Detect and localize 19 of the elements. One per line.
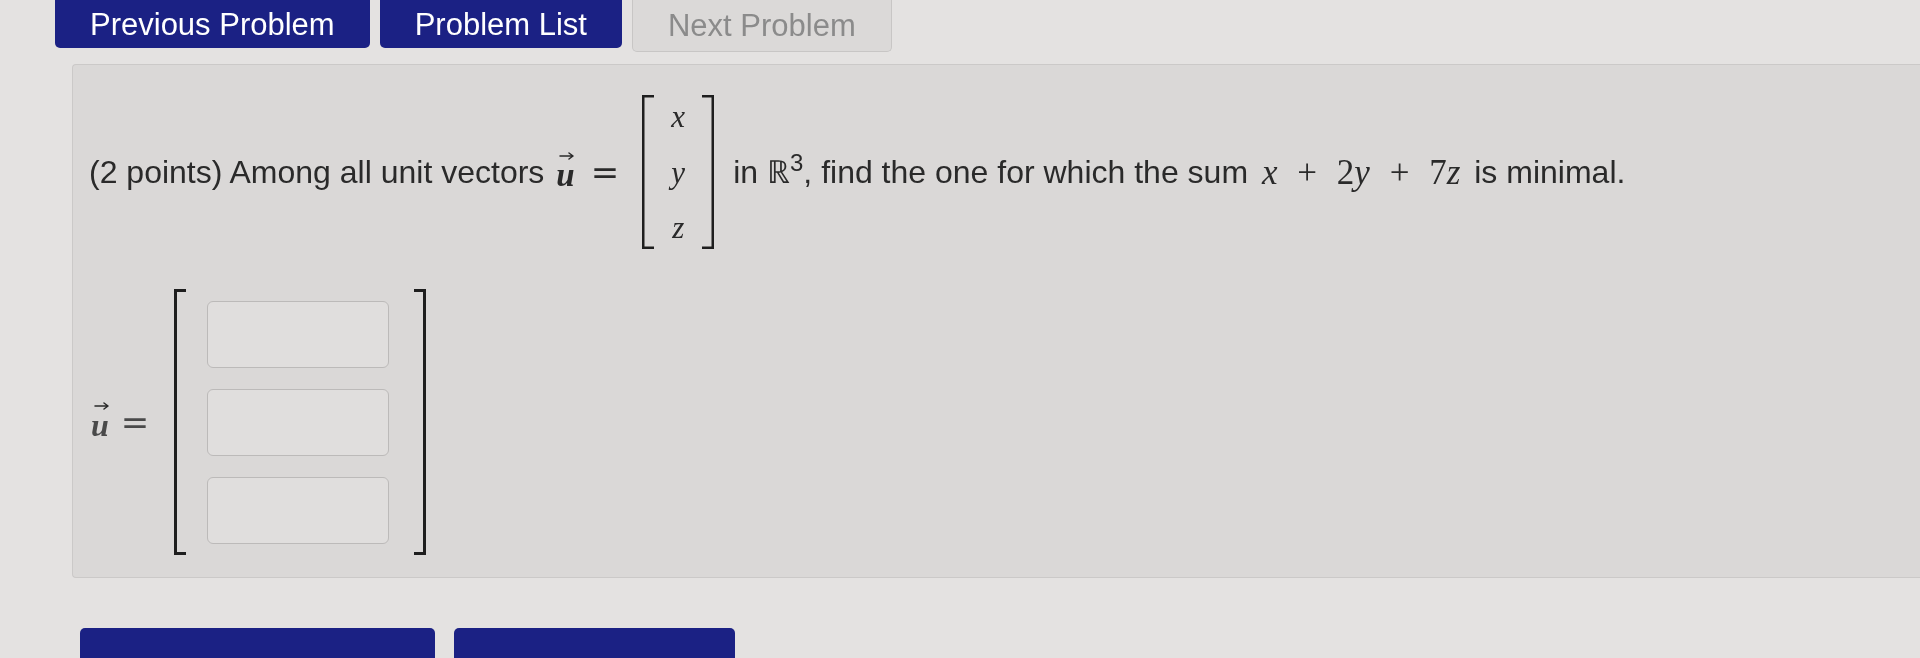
- problem-text: is minimal.: [1474, 156, 1626, 188]
- problem-text: in ℝ$^{3}$, find the one for which the sum: [733, 156, 1249, 188]
- math-expression: =: [120, 405, 150, 439]
- math-expression: =: [590, 155, 620, 189]
- math-variable: u: [556, 158, 575, 192]
- vector-arrow-icon: [559, 151, 575, 160]
- answer-field[interactable]: [207, 388, 390, 456]
- action-button[interactable]: [80, 628, 435, 658]
- math-expression: x + 2y + 7z: [1262, 154, 1461, 190]
- math-variable: u: [91, 409, 109, 441]
- answer-field[interactable]: [207, 476, 390, 544]
- matrix-entry: z: [672, 212, 685, 243]
- vector-arrow-icon: [94, 402, 109, 410]
- nav-button[interactable]: Previous Problem: [55, 0, 370, 48]
- nav-button[interactable]: Problem List: [379, 0, 622, 48]
- problem-text: (2 points) Among all unit vectors: [89, 156, 545, 188]
- answer-field[interactable]: [207, 300, 390, 368]
- action-button[interactable]: [454, 628, 735, 658]
- matrix-entry: x: [671, 101, 686, 132]
